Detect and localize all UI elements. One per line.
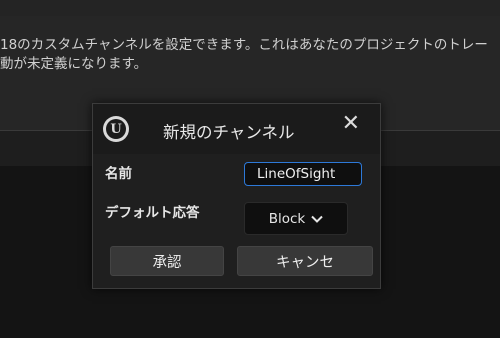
unreal-logo-icon: U xyxy=(103,116,129,142)
panel-description: 18のカスタムチャンネルを設定できます。これはあなたのプロジェクトのトレー 動が… xyxy=(0,36,500,74)
logo-glyph: U xyxy=(106,119,126,139)
name-label: 名前 xyxy=(105,166,132,182)
default-response-label: デフォルト応答 xyxy=(105,205,200,221)
description-line-1: 18のカスタムチャンネルを設定できます。これはあなたのプロジェクトのトレー xyxy=(0,37,488,53)
default-response-value: Block xyxy=(268,210,306,227)
channel-name-input[interactable]: LineOfSight xyxy=(244,162,362,186)
top-bar xyxy=(0,0,500,17)
confirm-button[interactable]: 承認 xyxy=(110,246,224,276)
chevron-down-icon xyxy=(311,215,323,223)
new-channel-dialog: U 新規のチャンネル ✕ 名前 LineOfSight デフォルト応答 Bloc… xyxy=(92,103,381,289)
default-response-select[interactable]: Block xyxy=(244,202,348,235)
description-line-2: 動が未定義になります。 xyxy=(0,56,148,72)
dialog-titlebar: U 新規のチャンネル ✕ xyxy=(93,104,380,154)
dialog-title: 新規のチャンネル xyxy=(163,123,295,142)
cancel-button[interactable]: キャンセ xyxy=(237,246,373,276)
close-icon[interactable]: ✕ xyxy=(342,112,360,136)
